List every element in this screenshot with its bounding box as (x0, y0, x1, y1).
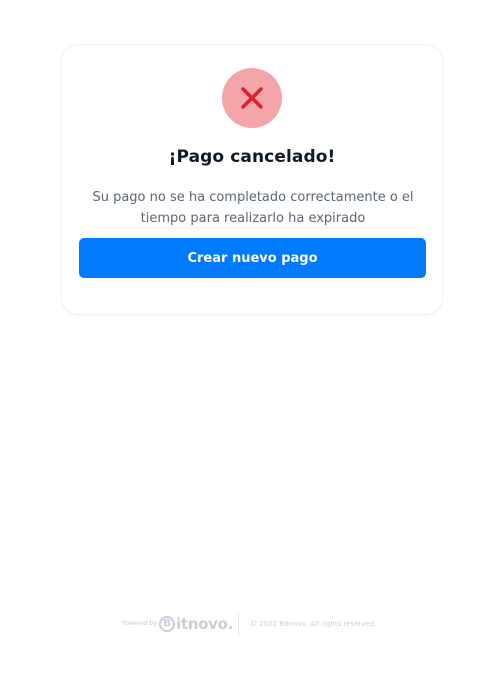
copyright-text: © 2022 Bitnovo. All rights reserved. (250, 620, 377, 628)
footer: Powered by B itnovo. © 2022 Bitnovo. All… (0, 612, 499, 638)
bitnovo-logo[interactable]: B itnovo. (159, 615, 233, 633)
close-icon (239, 85, 265, 111)
brand-name: itnovo. (176, 615, 233, 633)
powered-by-label: Powered by (122, 620, 157, 627)
create-new-payment-button[interactable]: Crear nuevo pago (79, 238, 426, 278)
footer-divider (238, 614, 239, 636)
status-message: Su pago no se ha completado correctament… (92, 190, 414, 226)
page-title: ¡Pago cancelado! (168, 147, 336, 167)
bitcoin-icon: B (159, 616, 175, 632)
cancelled-status-circle (222, 68, 282, 128)
payment-status-card: ¡Pago cancelado! Su pago no se ha comple… (61, 44, 443, 315)
